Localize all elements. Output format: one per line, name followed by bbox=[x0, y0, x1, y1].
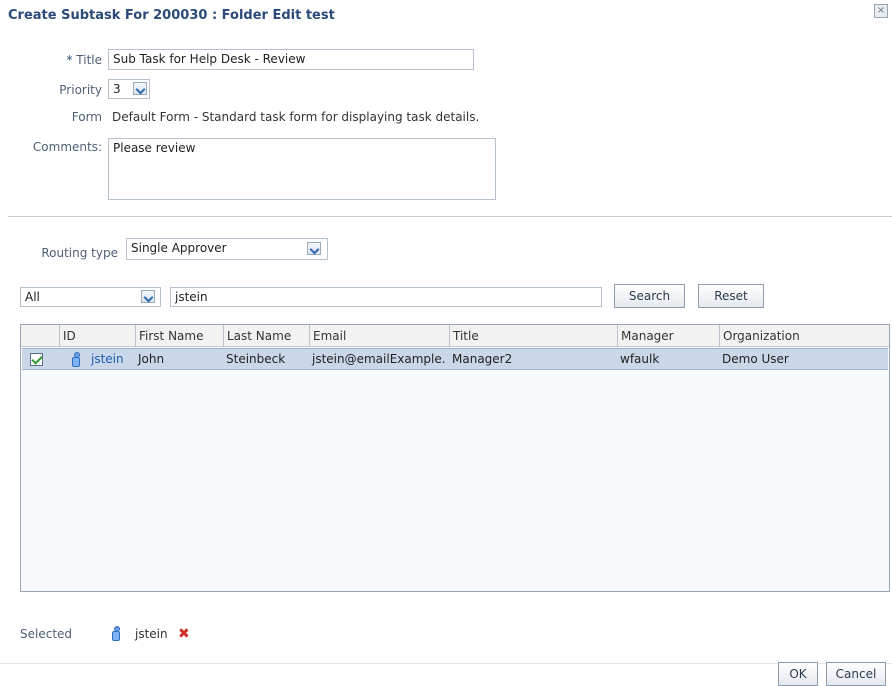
column-header-first-name[interactable]: First Name bbox=[135, 325, 223, 347]
column-header-organization[interactable]: Organization bbox=[719, 325, 889, 347]
comments-textarea[interactable]: Please review bbox=[108, 138, 496, 200]
close-icon[interactable]: × bbox=[874, 4, 888, 18]
column-header-id[interactable]: ID bbox=[59, 325, 135, 347]
form-label: Form bbox=[71, 110, 102, 124]
priority-select[interactable]: 3 bbox=[108, 79, 150, 99]
column-header-email[interactable]: Email bbox=[309, 325, 449, 347]
results-table: ID First Name Last Name Email Title Mana… bbox=[20, 324, 890, 592]
comments-label: Comments: bbox=[32, 140, 102, 154]
routing-type-label: Routing type bbox=[41, 246, 118, 260]
create-subtask-dialog: Create Subtask For 200030 : Folder Edit … bbox=[0, 0, 892, 686]
required-marker: * bbox=[66, 53, 73, 67]
cell-last-name: Steinbeck bbox=[226, 352, 286, 366]
row-checkbox[interactable] bbox=[30, 353, 43, 366]
search-input[interactable]: jstein bbox=[170, 287, 602, 307]
footer-divider bbox=[0, 663, 892, 664]
routing-type-select[interactable]: Single Approver bbox=[126, 238, 328, 260]
table-header: ID First Name Last Name Email Title Mana… bbox=[21, 325, 889, 347]
search-button[interactable]: Search bbox=[614, 284, 685, 308]
ok-button[interactable]: OK bbox=[778, 662, 818, 686]
chevron-down-icon bbox=[141, 290, 155, 303]
remove-icon[interactable]: ✖ bbox=[178, 627, 190, 641]
priority-value: 3 bbox=[113, 82, 121, 96]
title-input[interactable]: Sub Task for Help Desk - Review bbox=[108, 49, 474, 70]
search-scope-value: All bbox=[25, 290, 40, 304]
ok-label: OK bbox=[789, 667, 807, 681]
cancel-button[interactable]: Cancel bbox=[826, 662, 886, 686]
cell-title: Manager2 bbox=[452, 352, 513, 366]
section-divider bbox=[8, 216, 892, 217]
priority-label: Priority bbox=[59, 83, 102, 97]
cell-organization: Demo User bbox=[722, 352, 789, 366]
routing-type-value: Single Approver bbox=[131, 241, 227, 255]
reset-button[interactable]: Reset bbox=[698, 284, 764, 308]
cell-manager: wfaulk bbox=[620, 352, 660, 366]
chevron-down-icon bbox=[133, 82, 147, 95]
user-icon bbox=[72, 352, 80, 367]
column-header-title[interactable]: Title bbox=[449, 325, 617, 347]
column-header-last-name[interactable]: Last Name bbox=[223, 325, 309, 347]
cell-id[interactable]: jstein bbox=[88, 349, 136, 370]
dialog-title: Create Subtask For 200030 : Folder Edit … bbox=[8, 8, 335, 23]
title-label-text: Title bbox=[76, 53, 102, 67]
selected-user: jstein bbox=[135, 627, 168, 641]
cancel-label: Cancel bbox=[835, 667, 877, 681]
form-value: Default Form - Standard task form for di… bbox=[112, 110, 480, 124]
column-header-manager[interactable]: Manager bbox=[617, 325, 719, 347]
chevron-down-icon bbox=[307, 242, 321, 255]
cell-first-name: John bbox=[138, 352, 165, 366]
selected-label: Selected bbox=[20, 627, 73, 641]
search-scope-select[interactable]: All bbox=[20, 287, 161, 307]
title-label: * Title bbox=[40, 53, 102, 67]
cell-email: jstein@emailExample. bbox=[312, 352, 446, 366]
table-row[interactable]: jstein John Steinbeck jstein@emailExampl… bbox=[22, 348, 888, 370]
user-icon bbox=[112, 626, 120, 641]
